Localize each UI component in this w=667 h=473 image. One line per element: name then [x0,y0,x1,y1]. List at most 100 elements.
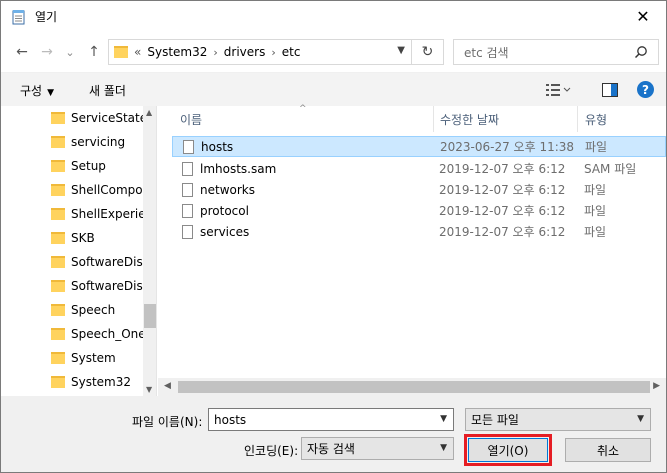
file-name: networks [200,182,255,197]
file-row[interactable]: lmhosts.sam 2019-12-07 오후 6:12 SAM 파일 [172,158,666,179]
scroll-right-icon[interactable]: ▶ [653,381,660,391]
sidebar-folder[interactable]: System [51,346,143,370]
filetype-value: 모든 파일 [471,413,519,427]
chevron-down-icon[interactable]: ▼ [440,414,447,424]
chevron-down-icon[interactable]: ▼ [397,45,405,56]
file-row[interactable]: services 2019-12-07 오후 6:12 파일 [172,221,666,242]
chevron-down-icon[interactable]: ▼ [637,414,644,424]
navigation-bar: ← → ⌄ ↑ « System32 › drivers › etc ▼ ↻ e… [1,32,666,72]
new-folder-button[interactable]: 새 폴더 [89,82,126,99]
breadcrumb-etc[interactable]: etc [282,45,301,59]
file-date: 2023-06-27 오후 11:38 [440,140,575,154]
scrollbar-thumb[interactable] [144,304,156,328]
file-name: lmhosts.sam [200,161,277,176]
breadcrumb-system32[interactable]: System32 [147,45,207,59]
back-arrow-icon[interactable]: ← [13,43,31,61]
title-bar: 열기 ✕ [1,1,666,32]
sidebar-folder[interactable]: ShellCompon [51,178,143,202]
forward-arrow-icon[interactable]: → [38,43,56,61]
refresh-icon[interactable]: ↻ [411,40,443,64]
notepad-icon [11,9,27,25]
file-icon [182,182,193,197]
navigation-pane: ServiceState servicing Setup ShellCompon… [1,106,157,396]
file-date: 2019-12-07 오후 6:12 [439,225,566,239]
file-list: ^ 이름 수정한 날짜 유형 hosts 2023-06-27 오후 11:38… [158,104,666,396]
folder-label: Speech [71,303,116,317]
filetype-select[interactable]: 모든 파일 ▼ [465,408,651,431]
dialog-footer: 파일 이름(N): hosts ▼ 모든 파일 ▼ 인코딩(E): 자동 검색 … [1,396,666,472]
sidebar-folder[interactable]: SoftwareDistr [51,250,143,274]
organize-menu[interactable]: 구성 ▼ [20,82,54,99]
sidebar-folder[interactable]: ServiceState [51,106,143,130]
search-placeholder[interactable]: etc 검색 [464,44,509,61]
search-box[interactable]: etc 검색 [453,39,659,65]
folder-label: SKB [71,231,95,245]
sidebar-scrollbar[interactable]: ▲ ▼ [143,106,156,396]
folder-icon [51,112,65,124]
up-arrow-icon[interactable]: ↑ [85,43,103,61]
encoding-value: 자동 검색 [307,442,355,456]
scroll-down-icon[interactable]: ▼ [146,385,152,394]
file-type: 파일 [584,183,607,197]
column-header-type[interactable]: 유형 [585,106,607,132]
sidebar-folder[interactable]: ShellExperien [51,202,143,226]
sidebar-folder[interactable]: Setup [51,154,143,178]
cancel-button[interactable]: 취소 [565,438,651,462]
close-button[interactable]: ✕ [620,1,666,32]
sidebar-folder[interactable]: Speech_OneC [51,322,143,346]
chevron-right-icon[interactable]: › [213,46,217,59]
file-name: services [200,224,250,239]
breadcrumb-overflow[interactable]: « [134,45,141,59]
file-date: 2019-12-07 오후 6:12 [439,204,566,218]
preview-pane-icon[interactable] [602,83,618,100]
sidebar-folder[interactable]: servicing [51,130,143,154]
column-header-date[interactable]: 수정한 날짜 [440,106,499,132]
folder-icon [114,46,128,58]
folder-icon [51,280,65,292]
chevron-down-icon[interactable]: ▼ [440,443,447,453]
encoding-select[interactable]: 자동 검색 ▼ [301,437,454,460]
filename-input[interactable]: hosts ▼ [208,408,454,431]
folder-label: System [71,351,116,365]
file-name: protocol [200,203,249,218]
sidebar-folder[interactable]: System32 [51,370,143,394]
view-options-icon[interactable] [546,83,572,100]
folder-icon [51,328,65,340]
folder-label: ShellExperien [71,207,143,221]
search-icon[interactable] [634,45,648,62]
chevron-right-icon[interactable]: › [271,46,275,59]
file-icon [182,203,193,218]
folder-icon [51,232,65,244]
sidebar-folder[interactable]: SoftwareDistr [51,274,143,298]
file-type: SAM 파일 [584,162,637,176]
file-icon [182,224,193,239]
recent-locations-icon[interactable]: ⌄ [61,43,79,61]
column-divider[interactable] [433,106,434,132]
organize-label: 구성 [20,84,43,98]
file-type: 파일 [584,225,607,239]
file-row[interactable]: hosts 2023-06-27 오후 11:38 파일 [172,136,666,157]
file-row[interactable]: networks 2019-12-07 오후 6:12 파일 [172,179,666,200]
breadcrumb-drivers[interactable]: drivers [224,45,266,59]
folder-icon [51,160,65,172]
folder-label: SoftwareDistr [71,279,143,293]
filename-value[interactable]: hosts [214,413,246,427]
sort-ascending-icon: ^ [299,104,307,114]
encoding-label: 인코딩(E): [244,444,299,458]
column-divider[interactable] [577,106,578,132]
sidebar-folder[interactable]: SKB [51,226,143,250]
address-bar[interactable]: « System32 › drivers › etc ▼ ↻ [108,39,444,65]
file-list-scrollbar[interactable]: ◀ ▶ [158,378,666,396]
folder-label: SoftwareDistr [71,255,143,269]
file-name: hosts [201,139,234,154]
open-file-dialog: 열기 ✕ ← → ⌄ ↑ « System32 › drivers › etc … [0,0,667,473]
scroll-left-icon[interactable]: ◀ [164,381,171,391]
file-row[interactable]: protocol 2019-12-07 오후 6:12 파일 [172,200,666,221]
folder-icon [51,208,65,220]
scroll-up-icon[interactable]: ▲ [146,108,152,117]
help-icon[interactable]: ? [637,81,654,98]
column-header-name[interactable]: 이름 [180,106,202,132]
scrollbar-thumb[interactable] [178,381,650,393]
sidebar-folder[interactable]: Speech [51,298,143,322]
open-button[interactable]: 열기(O) [464,434,552,466]
